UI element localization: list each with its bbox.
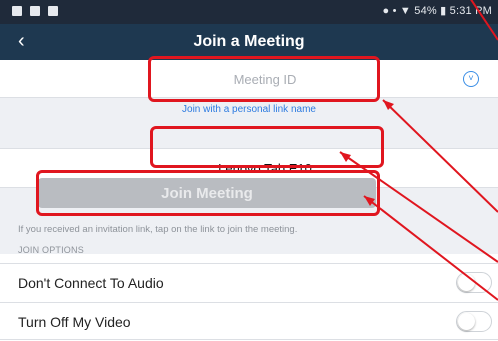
status-notification-icons — [12, 6, 58, 16]
page-title: Join a Meeting — [193, 33, 305, 50]
chevron-down-icon[interactable]: ˅ — [463, 71, 479, 87]
toggle-knob — [458, 274, 475, 291]
toggle-knob — [458, 313, 475, 330]
join-meeting-button[interactable]: Join Meeting — [38, 178, 376, 208]
status-bar: ● • ▼ 54% ▮ 5:31 PM — [0, 0, 498, 24]
join-personal-link[interactable]: Join with a personal link name — [0, 104, 498, 115]
nav-bar: ‹ Join a Meeting — [0, 24, 498, 60]
option-label-video: Turn Off My Video — [18, 314, 131, 330]
image-notification-icon — [30, 6, 40, 16]
status-info: ● • ▼ 54% ▮ 5:31 PM — [382, 5, 492, 17]
meeting-id-row: ˅ — [0, 60, 498, 98]
app-notification-icon — [48, 6, 58, 16]
personal-link-row: Join with a personal link name — [0, 98, 498, 148]
option-row-audio: Don't Connect To Audio — [0, 263, 498, 301]
join-options-header: JOIN OPTIONS — [18, 245, 84, 255]
invitation-hint: If you received an invitation link, tap … — [18, 224, 298, 235]
video-toggle[interactable] — [456, 311, 492, 332]
audio-toggle[interactable] — [456, 272, 492, 293]
notification-icon — [12, 6, 22, 16]
option-label-audio: Don't Connect To Audio — [18, 275, 164, 291]
meeting-id-input[interactable] — [150, 60, 380, 98]
option-row-video: Turn Off My Video — [0, 302, 498, 340]
